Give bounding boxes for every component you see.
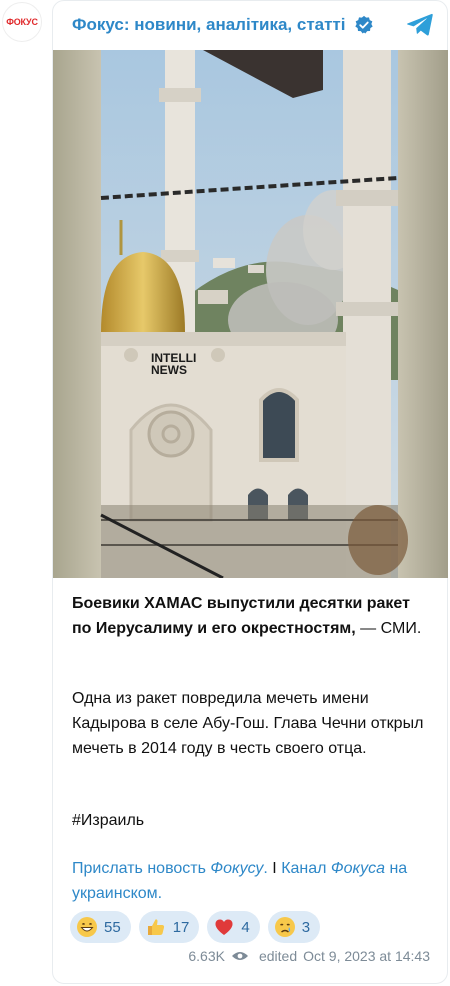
- post-timestamp: Oct 9, 2023 at 14:43: [303, 948, 430, 964]
- reaction-thumbs-up[interactable]: 17: [138, 911, 200, 943]
- reactions-bar: 55 17 4 3: [70, 911, 321, 943]
- hashtag-link[interactable]: #Израиль: [72, 808, 432, 833]
- crying-emoji-icon: [274, 917, 295, 937]
- reaction-count: 3: [301, 918, 311, 936]
- thumbs-up-emoji-icon: [147, 919, 164, 935]
- eye-icon: [231, 952, 248, 960]
- mosque-photo-illustration: INTELLI NEWS: [53, 50, 448, 578]
- channel-avatar[interactable]: ФОКУС: [2, 2, 42, 42]
- reaction-crying[interactable]: 3: [267, 911, 321, 943]
- links-separator: I: [267, 860, 282, 877]
- watermark-line2: NEWS: [151, 363, 187, 377]
- post-headline: Боевики ХАМАС выпустили десятки ракет по…: [72, 591, 432, 641]
- post-body: Одна из ракет повредила мечеть имени Кад…: [72, 690, 424, 757]
- headline-rest: — СМИ.: [355, 620, 422, 637]
- grin-emoji-icon: [77, 917, 97, 937]
- avatar-text: ФОКУС: [6, 17, 38, 27]
- heart-emoji-icon: [215, 919, 233, 935]
- post-photo[interactable]: INTELLI NEWS: [53, 50, 448, 578]
- verified-icon: [354, 15, 373, 34]
- reaction-count: 4: [241, 918, 250, 936]
- submit-news-link[interactable]: Прислать новость Фокусу.: [72, 860, 268, 877]
- reaction-count: 55: [104, 918, 121, 936]
- channel-title[interactable]: Фокус: новини, аналітика, статті: [72, 15, 346, 35]
- reaction-grin[interactable]: 55: [70, 911, 131, 943]
- post-links: Прислать новость Фокусу. I Канал Фокуса …: [72, 856, 432, 906]
- telegram-icon[interactable]: [406, 12, 434, 38]
- reaction-count: 17: [172, 918, 190, 936]
- edited-label: edited: [258, 948, 298, 964]
- post-meta: 6.63K edited Oct 9, 2023 at 14:43: [188, 948, 430, 964]
- reaction-heart[interactable]: 4: [207, 911, 260, 943]
- post-header: Фокус: новини, аналітика, статті: [52, 0, 448, 50]
- view-count: 6.63K: [188, 948, 225, 964]
